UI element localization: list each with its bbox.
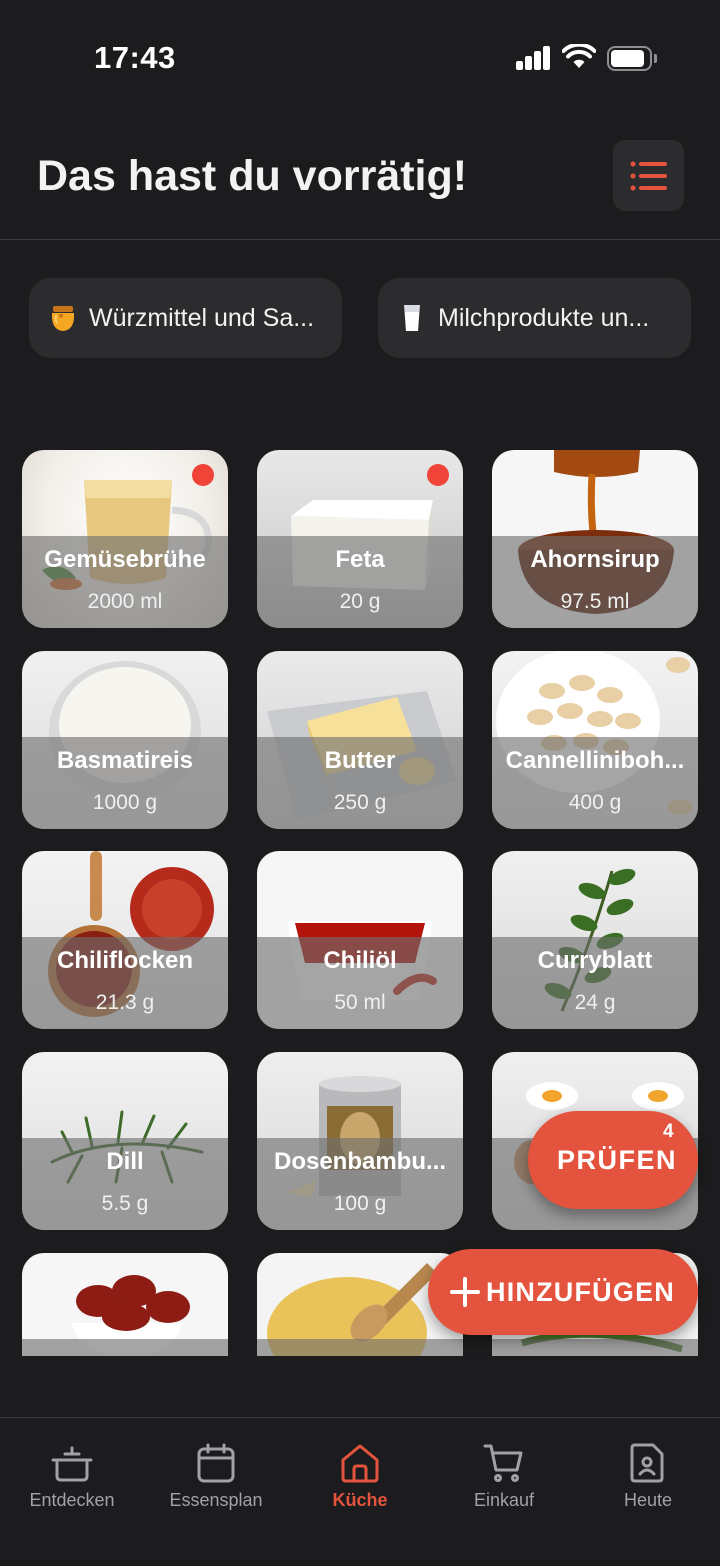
pantry-item[interactable]: Dill 5.5 g [22, 1052, 228, 1230]
page-header: Das hast du vorrätig! [0, 118, 720, 240]
bottom-tab-bar: Entdecken Essensplan Küche Einkauf Heute [0, 1417, 720, 1566]
pantry-item[interactable] [22, 1253, 228, 1356]
tab-label: Heute [623, 1490, 673, 1510]
item-name: Butter [324, 747, 396, 774]
check-button[interactable]: 4 PRÜFEN [528, 1111, 698, 1209]
tab-label: Essensplan [169, 1490, 263, 1510]
honey-pot-icon [51, 306, 75, 331]
add-button-label: HINZUFÜGEN [486, 1276, 675, 1307]
category-chip-label: Milchprodukte un... [438, 303, 650, 332]
item-name: Chiliflocken [56, 947, 194, 974]
pantry-item[interactable]: Chiliöl 50 ml [257, 851, 463, 1029]
pantry-item[interactable]: Dosenbambu... 100 g [257, 1052, 463, 1230]
add-item-button[interactable]: HINZUFÜGEN [428, 1249, 698, 1335]
pantry-item[interactable]: Cannelliniboh... 400 g [492, 651, 698, 829]
item-name: Dill [106, 1148, 144, 1175]
item-quantity: 21.3 g [95, 991, 155, 1014]
item-name: Chiliöl [323, 947, 397, 974]
category-chip-label: Würzmittel und Sa... [89, 303, 315, 332]
battery-icon [607, 46, 657, 71]
cellular-signal-icon [516, 46, 552, 70]
pantry-item[interactable]: Curryblatt 24 g [492, 851, 698, 1029]
item-quantity: 400 g [568, 791, 622, 814]
pantry-item[interactable]: Chiliflocken 21.3 g [22, 851, 228, 1029]
profile-document-icon [630, 1443, 664, 1483]
item-quantity: 100 g [333, 1192, 387, 1215]
category-chip-condiments[interactable]: Würzmittel und Sa... [29, 278, 342, 358]
item-name: Cannelliniboh... [505, 747, 685, 774]
item-quantity: 97.5 ml [560, 590, 630, 613]
tab-label: Einkauf [473, 1490, 535, 1510]
pantry-item[interactable]: Gemüsebrühe 2000 ml [22, 450, 228, 628]
pantry-item[interactable]: Ahornsirup 97.5 ml [492, 450, 698, 628]
page-title: Das hast du vorrätig! [37, 152, 468, 200]
item-quantity: 250 g [333, 791, 387, 814]
check-button-label: PRÜFEN [557, 1145, 678, 1175]
list-icon [630, 161, 667, 191]
home-icon [341, 1444, 379, 1483]
tab-label: Küche [332, 1490, 388, 1510]
tab-label: Entdecken [29, 1490, 115, 1510]
pantry-item[interactable]: Butter 250 g [257, 651, 463, 829]
pantry-grid: Gemüsebrühe 2000 ml Feta 20 g Ahornsirup [0, 450, 720, 1356]
category-chip-dairy[interactable]: Milchprodukte un... [378, 278, 691, 358]
item-name: Curryblatt [537, 947, 653, 974]
shopping-cart-icon [483, 1444, 523, 1482]
status-bar: 17:43 [0, 0, 720, 118]
item-name: Ahornsirup [530, 546, 660, 573]
item-name: Dosenbambu... [273, 1148, 447, 1175]
cooking-pot-icon [51, 1446, 93, 1482]
tab-kueche[interactable]: Küche [288, 1418, 432, 1528]
tab-essensplan[interactable]: Essensplan [144, 1418, 288, 1528]
item-quantity: 50 ml [334, 991, 386, 1014]
item-quantity: 2000 ml [87, 590, 163, 613]
list-menu-button[interactable] [613, 140, 684, 211]
calendar-icon [197, 1443, 235, 1483]
tab-entdecken[interactable]: Entdecken [0, 1418, 144, 1528]
item-name: Gemüsebrühe [44, 546, 206, 573]
item-quantity: 5.5 g [101, 1192, 149, 1215]
low-stock-indicator [427, 464, 449, 486]
tab-heute[interactable]: Heute [576, 1418, 720, 1528]
pantry-item[interactable]: Feta 20 g [257, 450, 463, 628]
low-stock-indicator [192, 464, 214, 486]
item-quantity: 20 g [339, 590, 381, 613]
plus-icon [450, 1277, 480, 1307]
tab-einkauf[interactable]: Einkauf [432, 1418, 576, 1528]
status-time: 17:43 [94, 40, 176, 75]
pantry-item[interactable]: Basmatireis 1000 g [22, 651, 228, 829]
item-name: Basmatireis [56, 747, 194, 774]
item-quantity: 1000 g [92, 791, 158, 814]
item-quantity: 24 g [574, 991, 616, 1014]
check-count-badge: 4 [663, 1121, 674, 1142]
wifi-icon [562, 44, 596, 68]
milk-glass-icon [404, 305, 420, 331]
item-name: Feta [335, 546, 385, 573]
